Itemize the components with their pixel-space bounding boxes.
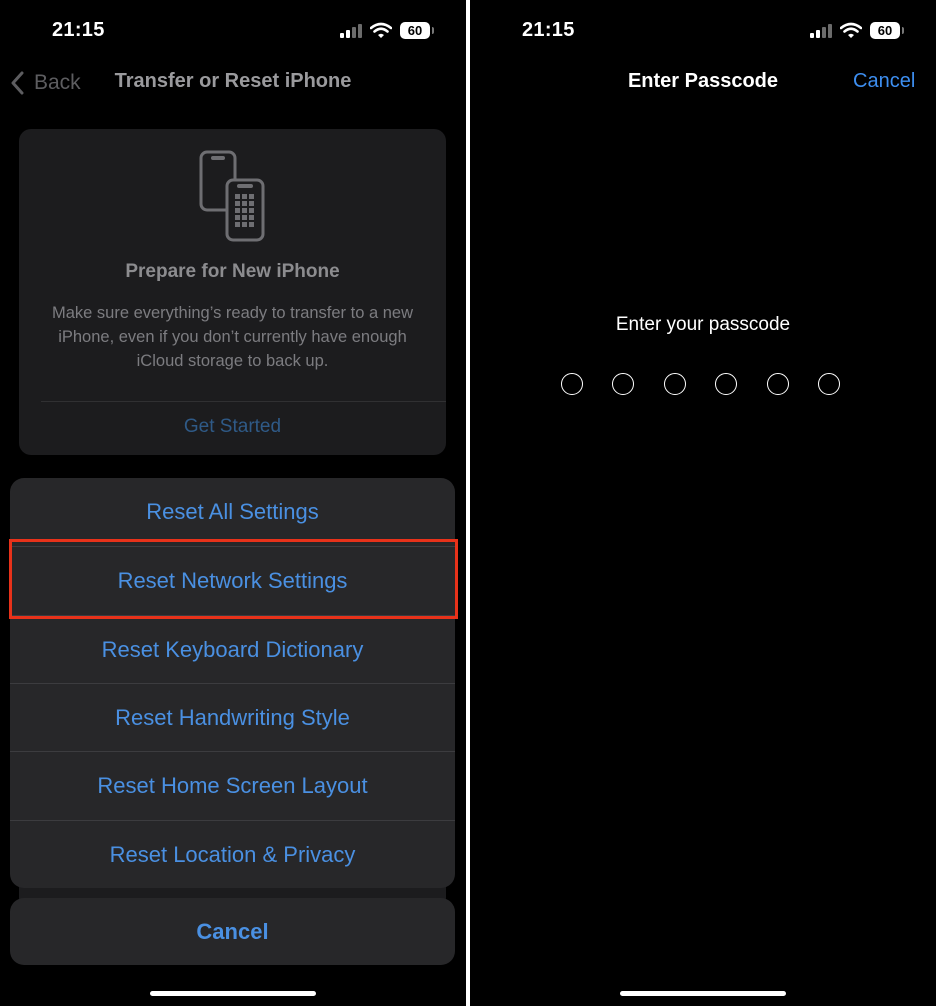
divider <box>41 401 446 402</box>
passcode-dots <box>561 373 851 395</box>
status-time: 21:15 <box>52 19 105 41</box>
passcode-screen: 21:15 60 Enter Passcode Cancel Enter you… <box>470 0 936 1006</box>
phone-transfer-icon <box>199 150 265 242</box>
home-indicator[interactable] <box>150 991 316 996</box>
prepare-description: Make sure everything’s ready to transfer… <box>51 304 414 370</box>
passcode-dot <box>664 373 686 395</box>
passcode-dot <box>561 373 583 395</box>
prepare-card: Prepare for New iPhone Make sure everyth… <box>19 129 446 455</box>
home-indicator[interactable] <box>620 991 786 996</box>
cancel-link[interactable]: Cancel <box>853 70 915 93</box>
status-bar: 21:15 60 <box>0 0 466 60</box>
cancel-button[interactable]: Cancel <box>10 898 455 965</box>
passcode-dot <box>715 373 737 395</box>
reset-settings-screen: 21:15 60 Back Transfer or Reset iPhone P… <box>0 0 466 1006</box>
cellular-signal-icon <box>810 24 834 38</box>
reset-all-settings-button[interactable]: Reset All Settings <box>10 478 455 546</box>
reset-location-privacy-button[interactable]: Reset Location & Privacy <box>10 821 455 888</box>
reset-home-screen-layout-button[interactable]: Reset Home Screen Layout <box>10 752 455 820</box>
highlight-annotation <box>9 539 458 619</box>
reset-keyboard-dictionary-button[interactable]: Reset Keyboard Dictionary <box>10 616 455 684</box>
battery-icon: 60 <box>400 22 434 39</box>
cellular-signal-icon <box>340 24 364 38</box>
wifi-icon <box>840 22 862 38</box>
passcode-prompt: Enter your passcode <box>615 314 791 335</box>
page-title: Transfer or Reset iPhone <box>114 70 352 92</box>
get-started-link[interactable]: Get Started <box>19 416 446 438</box>
passcode-dot <box>818 373 840 395</box>
passcode-dot <box>767 373 789 395</box>
battery-icon: 60 <box>870 22 904 39</box>
reset-handwriting-style-button[interactable]: Reset Handwriting Style <box>10 684 455 752</box>
passcode-dot <box>612 373 634 395</box>
status-bar: 21:15 60 <box>470 0 936 60</box>
wifi-icon <box>370 22 392 38</box>
status-time: 21:15 <box>522 19 575 41</box>
prepare-title: Prepare for New iPhone <box>125 261 340 282</box>
